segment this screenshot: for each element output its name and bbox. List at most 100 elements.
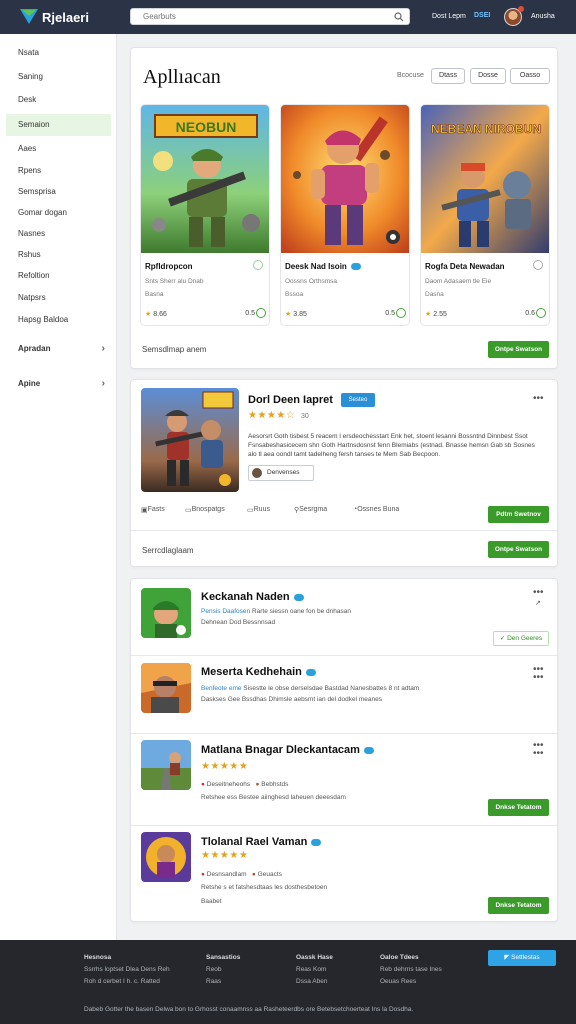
status-button[interactable]: ✓ Den Geeres <box>493 631 549 646</box>
filter-pill-oasso[interactable]: Oasso <box>510 68 550 84</box>
list-item[interactable]: Keckanah Naden Pensis Daafosen Rarte sie… <box>131 579 557 656</box>
app-description: Retshe s et fatshesdtaas les dosthesbeto… <box>201 884 328 891</box>
app-title[interactable]: Tlolanal Rael Vaman <box>201 836 322 848</box>
footer-settings-button[interactable]: ◤ Settlestas <box>488 950 556 966</box>
search-input[interactable] <box>131 9 371 24</box>
download-button[interactable]: Dnkse Tetatom <box>488 897 549 914</box>
sidebar-item-aaes[interactable]: Aaes <box>0 138 117 160</box>
game-category: Bssoa <box>285 291 304 298</box>
game-card[interactable]: NEOBUN Rpfldropcon Snts Sherr alu Dnab B… <box>140 104 270 326</box>
sidebar-item-refoltion[interactable]: Refoltion <box>0 265 117 287</box>
footer-heading: Sansastios <box>206 954 241 961</box>
footer-heading: Hesnosa <box>84 954 112 961</box>
list-item[interactable]: Tlolanal Rael Vaman ★★★★★ ● Desnsandlam … <box>131 826 557 922</box>
footer-link[interactable]: Ssrrhs loptset Dlea Dens Reh <box>84 964 170 976</box>
record-icon: ● <box>255 781 260 788</box>
app-title[interactable]: Matlana Bnagar Dleckantacam <box>201 744 374 756</box>
rating-stars: ★★★★★ <box>201 761 249 772</box>
more-options-icon[interactable]: ••• <box>533 748 544 759</box>
list-item[interactable]: Matlana Bnagar Dleckantacam ★★★★★ ● Dese… <box>131 734 557 826</box>
sidebar-item-nasnes[interactable]: Nasnes <box>0 223 117 245</box>
meta-item[interactable]: ▭ Ruus <box>247 506 270 514</box>
app-thumbnail[interactable] <box>141 663 191 713</box>
top-badge[interactable]: DSEI <box>474 12 490 19</box>
featured-app-title[interactable]: Dorl Deen Iapret <box>248 394 333 406</box>
game-count: 0.6 <box>525 310 535 317</box>
developer-chip[interactable]: Denvenses <box>248 465 314 481</box>
apps-section: Apllıacan Bcocuse Dtass Dosse Oasso NEOB… <box>130 47 558 369</box>
filter-pill-dosse[interactable]: Dosse <box>470 68 506 84</box>
app-meta: Daskses Gee Bssdhas Dhimsle aebsmt ian d… <box>201 696 383 703</box>
app-thumbnail[interactable] <box>141 832 191 882</box>
more-options-icon[interactable]: ••• <box>533 587 544 598</box>
search-box[interactable] <box>130 8 410 25</box>
brand-name[interactable]: Rjelaeri <box>42 10 89 25</box>
game-art-robots: NEBEAN NIROBUN <box>421 105 549 253</box>
share-icon[interactable]: ↗ <box>535 599 541 607</box>
game-count: 0.5 <box>245 310 255 317</box>
sidebar-item-natpsrs[interactable]: Natpsrs <box>0 287 117 309</box>
logo-icon[interactable] <box>18 6 40 26</box>
filter-pill-dtass[interactable]: Dtass <box>431 68 465 84</box>
footer-link[interactable]: Reas Kom <box>296 964 333 976</box>
game-name[interactable]: Rpfldropcon <box>145 262 193 271</box>
game-name[interactable]: Deesk Nad Isoin <box>285 262 361 271</box>
app-title[interactable]: Keckanah Naden <box>201 591 304 603</box>
footer-link[interactable]: Dssa Aben <box>296 976 333 988</box>
footer-link[interactable]: Oeuas Rees <box>380 976 442 988</box>
search-icon[interactable] <box>394 12 404 22</box>
rating-count: 30 <box>301 413 309 420</box>
sidebar-item-rpens[interactable]: Rpens <box>0 160 117 182</box>
star-icon: ★ <box>285 311 292 318</box>
game-card[interactable]: NEBEAN NIROBUN Rogfa Deta Newadan Daom A… <box>420 104 550 326</box>
sidebar-item-rshus[interactable]: Rshus <box>0 244 117 266</box>
top-link-account[interactable]: Dost Lepm <box>432 13 466 20</box>
sidebar-item-hapsg[interactable]: Hapsg Baldoa <box>0 309 117 331</box>
sidebar-item-desk[interactable]: Desk <box>0 89 117 111</box>
sidebar-group-apradan[interactable]: Apradan › <box>0 338 117 360</box>
sidebar-item-semsprisa[interactable]: Semsprisa <box>0 181 117 203</box>
sidebar-group-apine[interactable]: Apine › <box>0 373 117 395</box>
status-icon <box>253 260 263 270</box>
install-button[interactable]: Pdtm Swetnov <box>488 506 549 523</box>
meta-item[interactable]: ▭ Bnospatgs <box>185 506 225 514</box>
filter-label: Bcocuse <box>397 72 424 79</box>
more-options-icon[interactable]: ••• <box>533 393 544 404</box>
app-thumbnail[interactable] <box>141 740 191 790</box>
meta-item[interactable]: ▣ Fasts <box>141 506 165 514</box>
app-title[interactable]: Meserta Kedhehain <box>201 666 316 678</box>
footer-col-2: Sansastios Reob Raas <box>206 952 240 988</box>
list-item[interactable]: Meserta Kedhehain Benfeote eme Sisestte … <box>131 656 557 734</box>
meta-item[interactable]: ⚲ Sesrgma <box>294 506 327 514</box>
footer-link[interactable]: Reob <box>206 964 240 976</box>
install-icon[interactable] <box>256 308 266 318</box>
more-options-icon[interactable]: ••• <box>533 672 544 683</box>
game-art-title-2: NEBEAN NIROBUN <box>431 122 541 136</box>
game-name[interactable]: Rogfa Deta Newadan <box>425 262 505 271</box>
rating-stars: ★★★★☆ <box>248 410 296 421</box>
meta-item[interactable]: ◔ Ossnes Buna <box>353 506 399 513</box>
section-footer-text: Serrcdlaglaam <box>142 546 194 555</box>
install-icon[interactable] <box>396 308 406 318</box>
app-thumbnail[interactable] <box>141 588 191 638</box>
verified-icon <box>363 746 374 754</box>
footer-link[interactable]: Reb dehrns tase Ines <box>380 964 442 976</box>
view-all-button[interactable]: Ontpe Swatson <box>488 541 549 558</box>
page-title: Apllıacan <box>143 66 221 88</box>
record-icon: ● <box>251 871 256 878</box>
footer-link[interactable]: Roh d cerbet I h. c. Ratted <box>84 976 170 988</box>
game-rating: ★ 8.66 <box>145 311 167 318</box>
sidebar-item-semaion[interactable]: Semaion <box>6 114 111 136</box>
sidebar-item-nsata[interactable]: Nsata <box>0 42 117 64</box>
footer-logo-icon: ◤ <box>504 954 510 961</box>
install-icon[interactable] <box>536 308 546 318</box>
sidebar-item-gomar[interactable]: Gomar dogan <box>0 202 117 224</box>
game-card[interactable]: Deesk Nad Isoin Oossns Orthsmsa Bssoa ★ … <box>280 104 410 326</box>
view-all-button[interactable]: Ontpe Swatson <box>488 341 549 358</box>
featured-app-image[interactable] <box>141 388 239 492</box>
download-button[interactable]: Dnkse Tetatom <box>488 799 549 816</box>
top-username[interactable]: Anusha <box>531 13 555 20</box>
star-icon: ★ <box>145 311 152 318</box>
sidebar-item-saning[interactable]: Saning <box>0 66 117 88</box>
footer-link[interactable]: Raas <box>206 976 240 988</box>
